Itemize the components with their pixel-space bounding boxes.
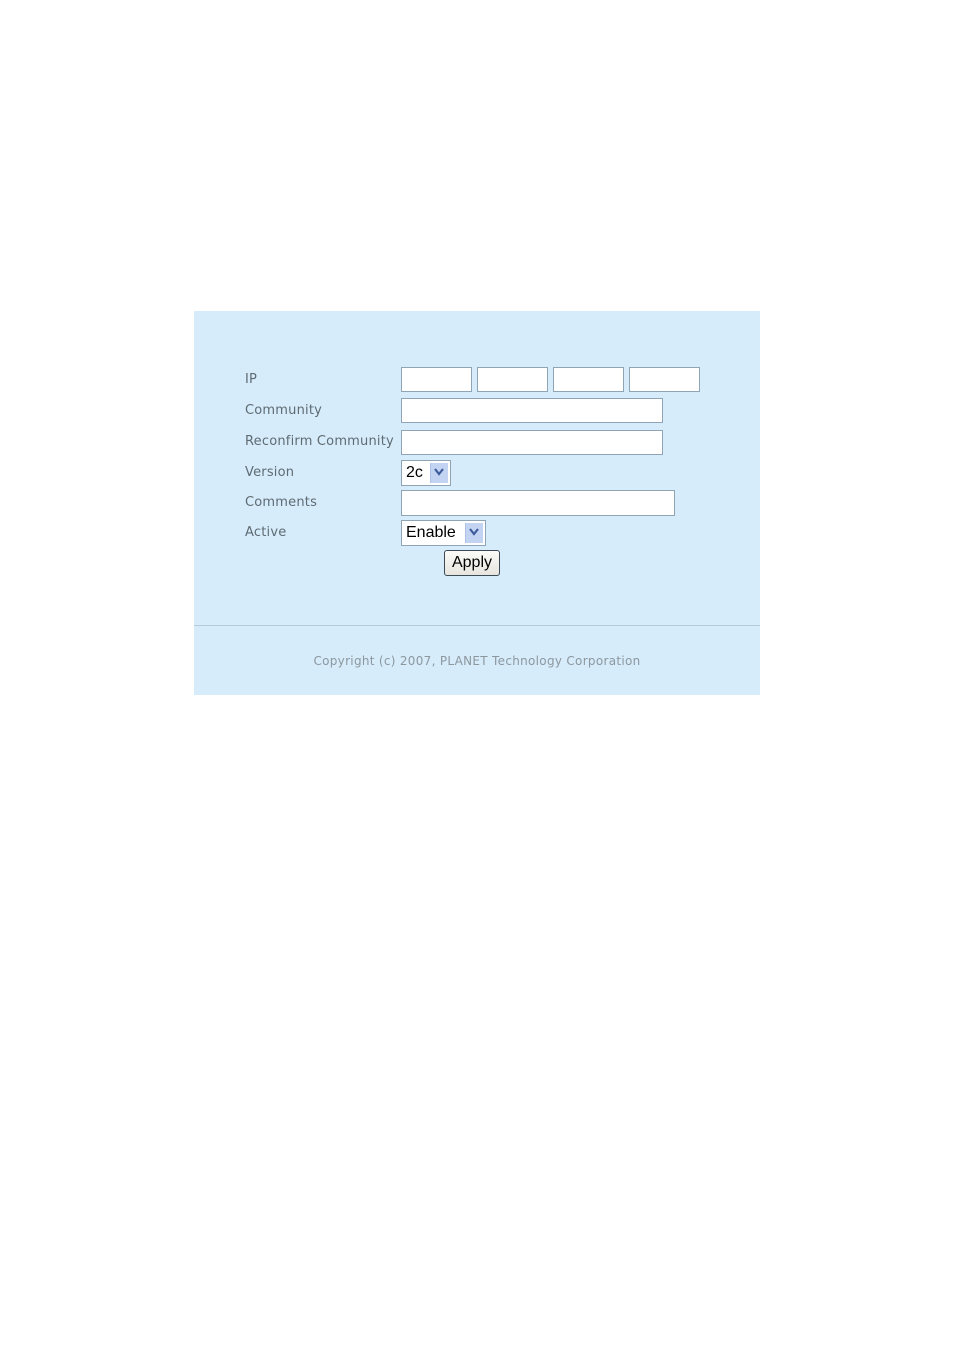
active-label: Active: [245, 525, 287, 540]
reconfirm-community-label: Reconfirm Community: [245, 434, 394, 449]
footer-divider: [194, 625, 760, 626]
comments-label: Comments: [245, 495, 318, 510]
active-selected-value: Enable: [406, 524, 456, 541]
reconfirm-community-input[interactable]: [401, 430, 663, 455]
comments-input[interactable]: [401, 490, 675, 516]
apply-button[interactable]: Apply: [444, 550, 500, 576]
community-input[interactable]: [401, 398, 663, 423]
version-label: Version: [245, 465, 295, 480]
version-select[interactable]: 2c: [401, 460, 451, 486]
ip-octet-1-input[interactable]: [401, 367, 472, 392]
active-select[interactable]: Enable: [401, 520, 486, 546]
ip-octet-2-input[interactable]: [477, 367, 548, 392]
chevron-down-icon[interactable]: [430, 463, 448, 483]
community-label: Community: [245, 403, 323, 418]
ip-octet-3-input[interactable]: [553, 367, 624, 392]
snmp-trap-form-panel: IP Community Reconfirm Community Version…: [194, 311, 760, 695]
copyright-text: Copyright (c) 2007, PLANET Technology Co…: [313, 654, 641, 668]
ip-label: IP: [245, 372, 258, 387]
version-selected-value: 2c: [406, 464, 423, 481]
chevron-down-icon[interactable]: [465, 523, 483, 543]
ip-octet-4-input[interactable]: [629, 367, 700, 392]
